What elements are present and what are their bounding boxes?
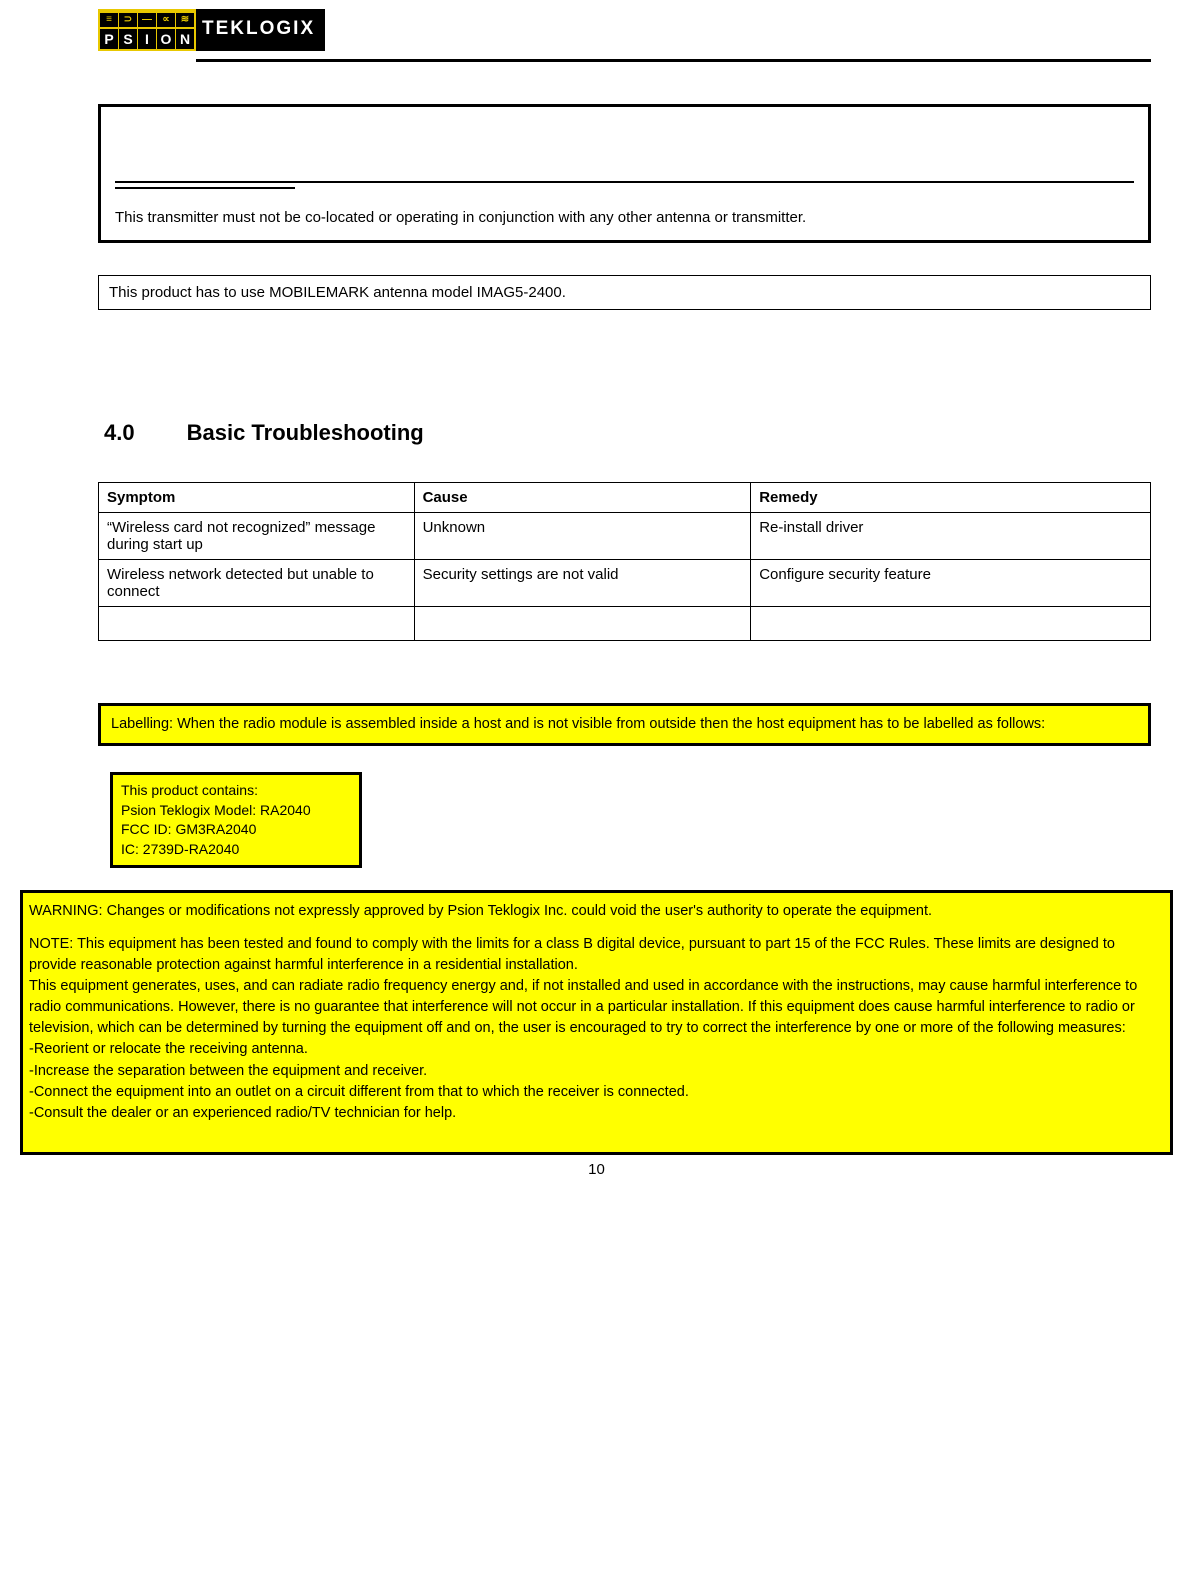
note-paragraph: NOTE: This equipment has been tested and… <box>29 934 1164 976</box>
main-content: This transmitter must not be co-located … <box>0 104 1193 641</box>
table-header-row: Symptom Cause Remedy <box>99 483 1151 513</box>
psion-logo-block: ≡ ⊃ — ∝ ≋ P S I O N <box>98 9 196 51</box>
table-row <box>99 607 1151 641</box>
logo-letter: S <box>119 29 137 49</box>
contains-line: IC: 2739D-RA2040 <box>121 840 351 860</box>
labelling-notice-box: Labelling: When the radio module is asse… <box>98 703 1151 746</box>
warning-line: WARNING: Changes or modifications not ex… <box>29 901 1164 922</box>
box-inner-rule-short <box>115 187 295 189</box>
note-paragraph: This equipment generates, uses, and can … <box>29 976 1164 1039</box>
table-row: Wireless network detected but unable to … <box>99 560 1151 607</box>
cell-symptom: “Wireless card not recognized” message d… <box>99 513 415 560</box>
antenna-notice-box: This product has to use MOBILEMARK anten… <box>98 275 1151 310</box>
logo-letter: P <box>100 29 118 49</box>
col-header-remedy: Remedy <box>751 483 1151 513</box>
logo-glyph-icon: — <box>138 13 156 27</box>
transmitter-notice-box: This transmitter must not be co-located … <box>98 104 1151 243</box>
logo-letter: I <box>138 29 156 49</box>
section-title: Basic Troubleshooting <box>187 420 424 445</box>
logo-glyph-icon: ⊃ <box>119 13 137 27</box>
measure-line: -Increase the separation between the equ… <box>29 1061 1164 1082</box>
psion-teklogix-logo: ≡ ⊃ — ∝ ≋ P S I O N TEKLOGIX <box>98 9 325 51</box>
col-header-symptom: Symptom <box>99 483 415 513</box>
cell-cause <box>414 607 751 641</box>
measure-line: -Consult the dealer or an experienced ra… <box>29 1103 1164 1124</box>
contains-line: Psion Teklogix Model: RA2040 <box>121 801 351 821</box>
measure-line: -Reorient or relocate the receiving ante… <box>29 1039 1164 1060</box>
logo-glyph-icon: ≋ <box>176 13 194 27</box>
section-heading: 4.0 Basic Troubleshooting <box>104 420 1151 446</box>
logo-glyph-icon: ≡ <box>100 13 118 27</box>
section-number: 4.0 <box>104 420 135 445</box>
cell-remedy: Re-install driver <box>751 513 1151 560</box>
table-row: “Wireless card not recognized” message d… <box>99 513 1151 560</box>
contains-line: This product contains: <box>121 781 351 801</box>
teklogix-logo-text: TEKLOGIX <box>196 9 325 49</box>
box-inner-rule <box>115 181 1134 183</box>
contains-line: FCC ID: GM3RA2040 <box>121 820 351 840</box>
fcc-warning-box: WARNING: Changes or modifications not ex… <box>20 890 1173 1154</box>
logo-glyph-icon: ∝ <box>157 13 175 27</box>
col-header-cause: Cause <box>414 483 751 513</box>
document-page: ≡ ⊃ — ∝ ≋ P S I O N TEKLOGIX <box>0 0 1193 1208</box>
cell-cause: Unknown <box>414 513 751 560</box>
logo-letter: N <box>176 29 194 49</box>
header-divider <box>196 59 1151 62</box>
logo-letter: O <box>157 29 175 49</box>
troubleshooting-table: Symptom Cause Remedy “Wireless card not … <box>98 482 1151 641</box>
cell-remedy <box>751 607 1151 641</box>
transmitter-notice-text: This transmitter must not be co-located … <box>115 209 1134 226</box>
page-number: 10 <box>0 1161 1193 1178</box>
cell-remedy: Configure security feature <box>751 560 1151 607</box>
antenna-notice-text: This product has to use MOBILEMARK anten… <box>109 284 566 301</box>
page-header: ≡ ⊃ — ∝ ≋ P S I O N TEKLOGIX <box>0 0 1193 62</box>
measure-line: -Connect the equipment into an outlet on… <box>29 1082 1164 1103</box>
cell-symptom <box>99 607 415 641</box>
cell-cause: Security settings are not valid <box>414 560 751 607</box>
cell-symptom: Wireless network detected but unable to … <box>99 560 415 607</box>
labelling-text: Labelling: When the radio module is asse… <box>111 716 1045 732</box>
product-contains-box: This product contains: Psion Teklogix Mo… <box>110 772 362 868</box>
